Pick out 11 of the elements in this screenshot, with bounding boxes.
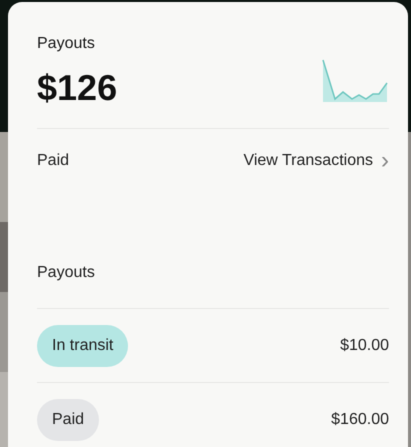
payout-amount: $160.00 bbox=[331, 410, 389, 430]
payout-total: $126 bbox=[37, 70, 118, 106]
view-transactions-link[interactable]: View Transactions › bbox=[243, 149, 389, 173]
status-badge: Paid bbox=[37, 398, 100, 440]
section-title: Payouts bbox=[37, 263, 96, 283]
paid-label: Paid bbox=[37, 151, 70, 171]
chevron-icon: › bbox=[381, 149, 389, 173]
card-title: Payouts bbox=[37, 34, 96, 54]
status-badge: In transit bbox=[37, 324, 128, 366]
sparkline-chart bbox=[322, 59, 388, 102]
payout-amount: $10.00 bbox=[340, 336, 389, 356]
